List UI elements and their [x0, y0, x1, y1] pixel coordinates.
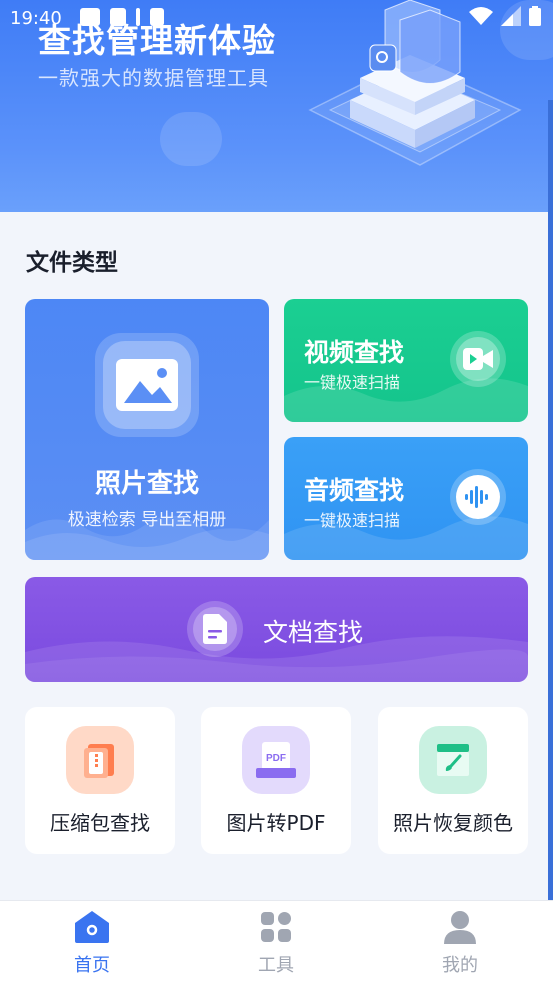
audio-search-title: 音频查找 [304, 476, 405, 505]
paint-brush-icon-badge [419, 726, 487, 794]
pdf-icon: PDF [256, 742, 296, 778]
notification-icon [150, 8, 164, 26]
audio-icon-badge [450, 469, 506, 525]
video-search-card[interactable]: 视频查找 一键极速扫描 [284, 299, 528, 422]
audio-search-subtitle: 一键极速扫描 [304, 511, 401, 530]
paint-brush-icon [437, 744, 469, 776]
photo-search-title: 照片查找 [94, 469, 199, 499]
status-bar: 19:40 [0, 0, 553, 34]
system-icons [469, 6, 541, 26]
bottom-navigation: 首页 工具 我的 [0, 900, 553, 984]
document-icon [203, 614, 227, 644]
document-search-title: 文档查找 [263, 618, 364, 647]
status-time: 19:40 [10, 8, 62, 29]
zip-file-icon [84, 744, 114, 778]
tool-zip-search-label: 压缩包查找 [50, 811, 150, 835]
zip-file-icon-badge [66, 726, 134, 794]
nav-home[interactable]: 首页 [0, 901, 184, 984]
audio-search-card[interactable]: 音频查找 一键极速扫描 [284, 437, 528, 560]
tool-image-to-pdf[interactable]: PDF 图片转PDF [201, 707, 351, 854]
audio-wave-icon [465, 486, 488, 508]
nav-tools[interactable]: 工具 [184, 901, 368, 984]
photo-search-subtitle: 极速检索 导出至相册 [67, 510, 227, 530]
grid-icon [261, 912, 291, 942]
video-search-title: 视频查找 [304, 338, 405, 367]
svg-text:PDF: PDF [266, 753, 286, 764]
banner-subtitle: 一款强大的数据管理工具 [38, 66, 269, 90]
nav-tools-label: 工具 [258, 955, 294, 976]
video-camera-icon [463, 348, 493, 370]
notification-icons [80, 8, 164, 26]
pdf-icon-badge: PDF [242, 726, 310, 794]
tool-zip-search[interactable]: 压缩包查找 [25, 707, 175, 854]
notification-icon [136, 8, 140, 26]
wifi-icon [469, 7, 493, 25]
signal-icon [501, 6, 521, 26]
cloud-decoration [160, 112, 222, 166]
home-icon [75, 911, 109, 943]
section-title: 文件类型 [26, 250, 118, 276]
nav-mine[interactable]: 我的 [368, 901, 552, 984]
video-icon-badge [450, 331, 506, 387]
document-icon-badge [187, 601, 243, 657]
notification-icon [110, 8, 126, 26]
nav-home-label: 首页 [74, 955, 110, 976]
document-search-card[interactable]: 文档查找 [25, 577, 528, 682]
image-icon [116, 359, 178, 411]
user-icon [444, 911, 476, 944]
tool-photo-color-restore-label: 照片恢复颜色 [393, 811, 513, 835]
battery-icon [529, 6, 541, 26]
tool-image-to-pdf-label: 图片转PDF [226, 811, 326, 835]
tool-photo-color-restore[interactable]: 照片恢复颜色 [378, 707, 528, 854]
nav-mine-label: 我的 [442, 955, 478, 976]
photo-search-card[interactable]: 照片查找 极速检索 导出至相册 [25, 299, 269, 560]
video-search-subtitle: 一键极速扫描 [304, 373, 401, 392]
scrollbar[interactable] [548, 100, 553, 900]
image-icon-badge [95, 333, 199, 437]
notification-icon [80, 8, 100, 26]
